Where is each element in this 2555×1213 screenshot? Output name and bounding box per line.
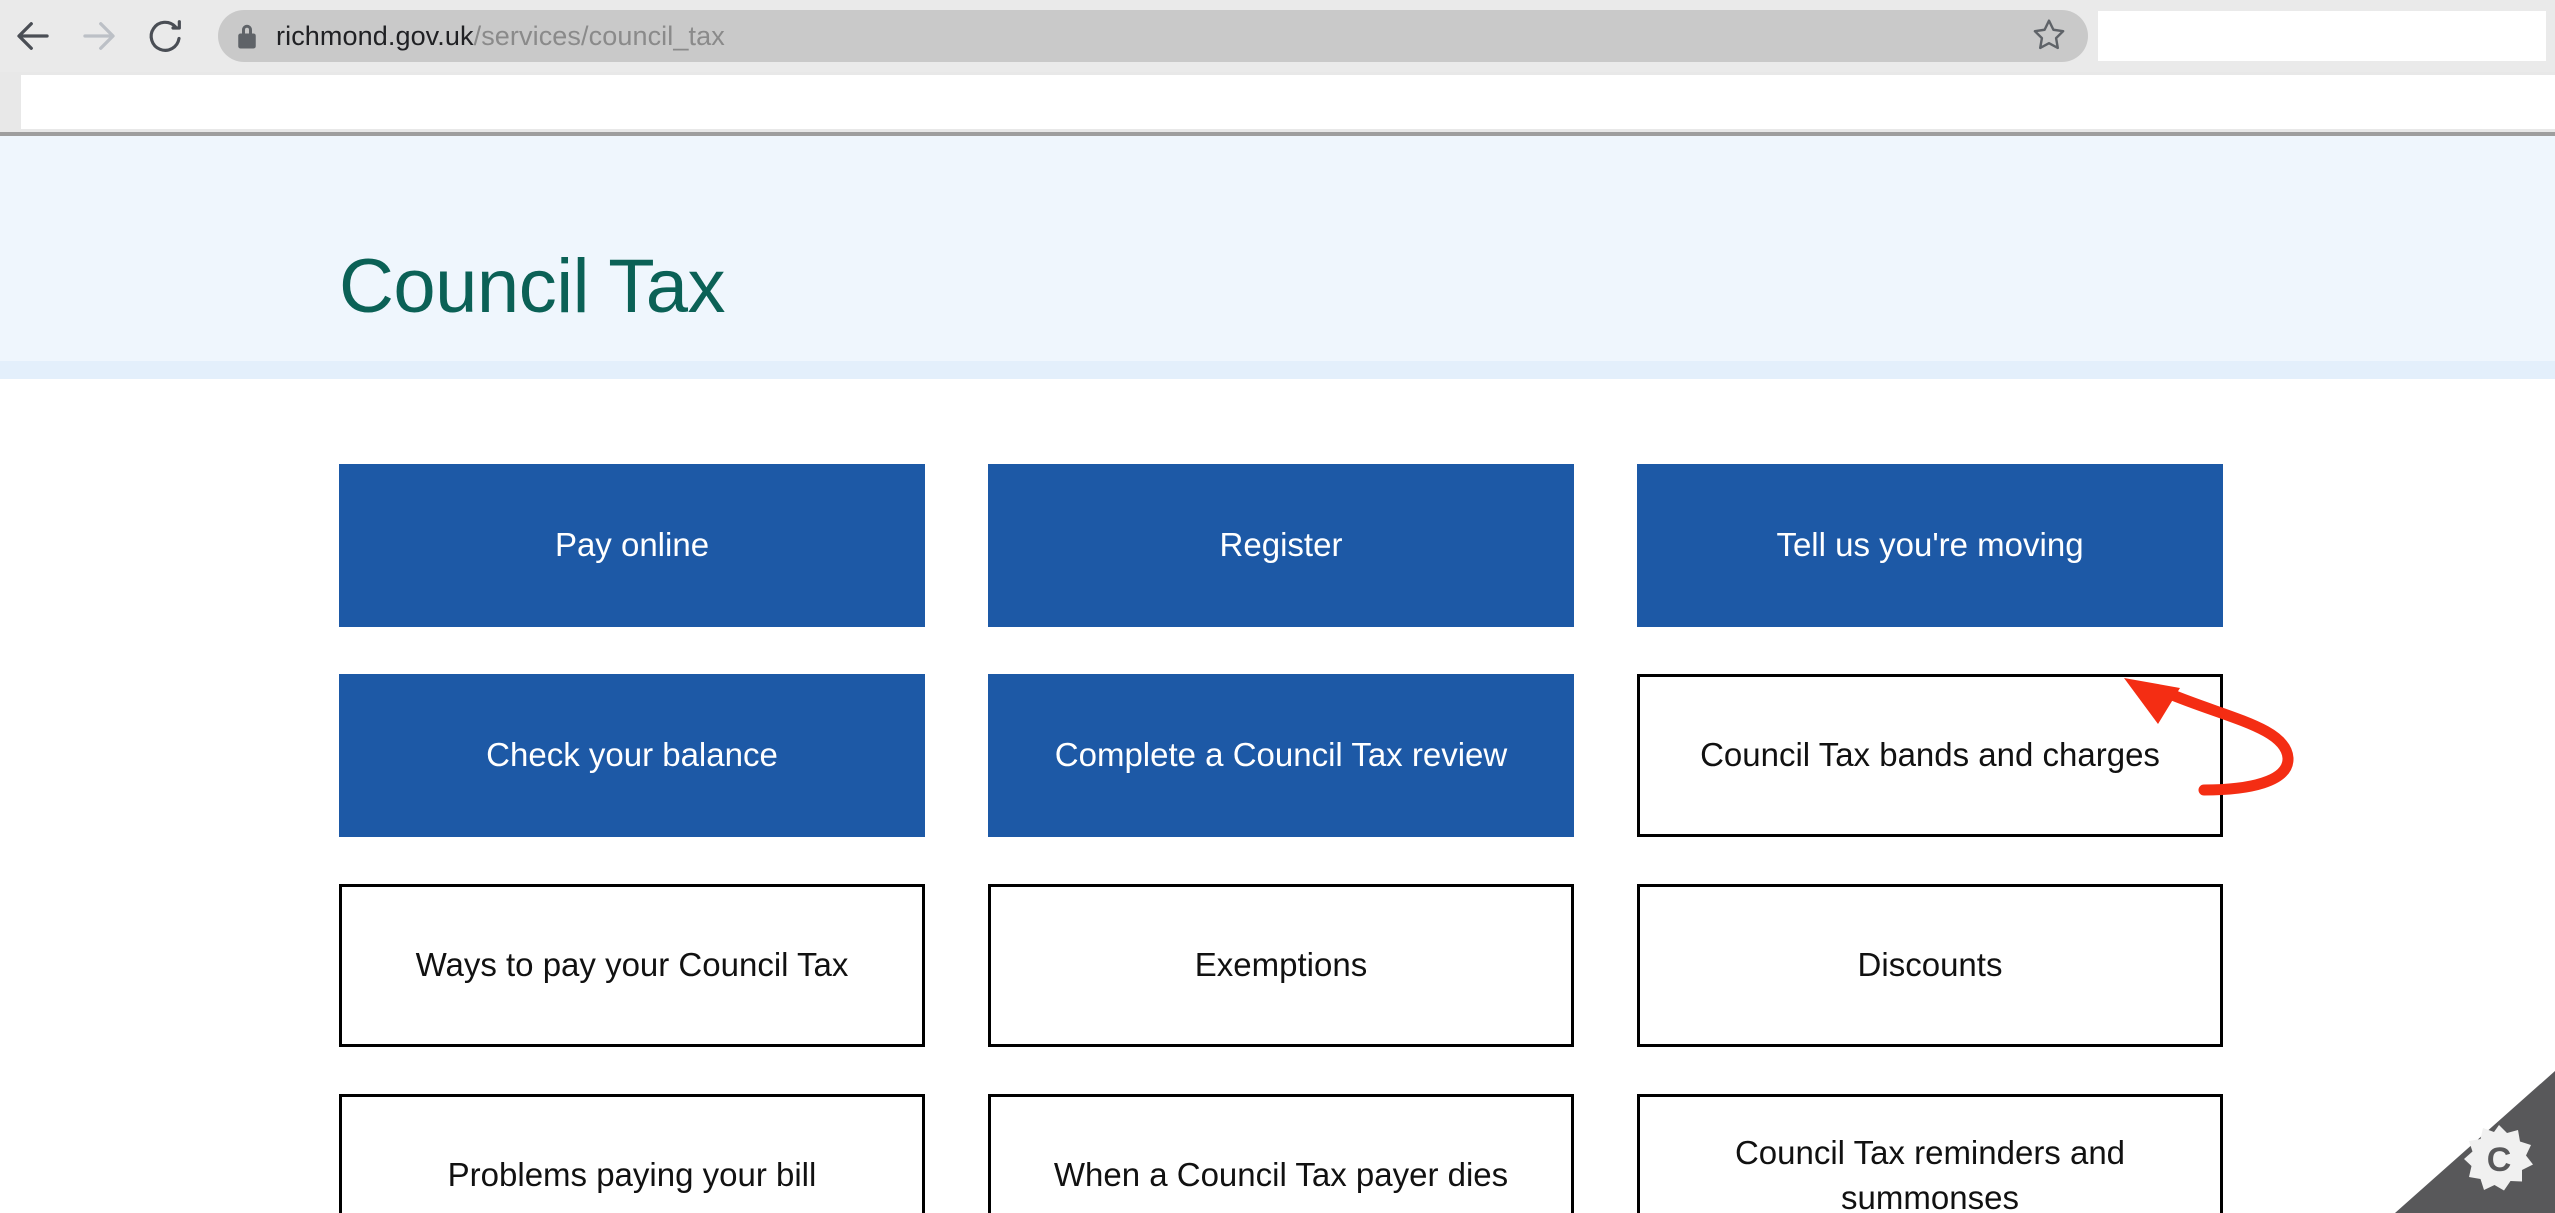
tile-problems-paying-your-bill[interactable]: Problems paying your bill (339, 1094, 925, 1213)
lock-icon (218, 21, 276, 51)
url-text: richmond.gov.uk/services/council_tax (276, 21, 2010, 52)
tile-row: Problems paying your bill When a Council… (339, 1094, 2223, 1213)
page-title: Council Tax (339, 249, 725, 325)
bookmark-star-button[interactable] (2010, 17, 2088, 56)
back-button[interactable] (0, 3, 66, 69)
bookmarks-bar-content[interactable] (21, 75, 2555, 129)
tile-ways-to-pay-your-council-tax[interactable]: Ways to pay your Council Tax (339, 884, 925, 1047)
star-icon (2032, 17, 2066, 56)
tile-check-your-balance[interactable]: Check your balance (339, 674, 925, 837)
address-bar[interactable]: richmond.gov.uk/services/council_tax (218, 10, 2088, 62)
svg-text:C: C (2487, 1141, 2512, 1179)
tile-complete-a-council-tax-review[interactable]: Complete a Council Tax review (988, 674, 1574, 837)
tile-row: Ways to pay your Council Tax Exemptions … (339, 884, 2223, 1047)
tile-row: Check your balance Complete a Council Ta… (339, 674, 2223, 837)
tile-tell-us-youre-moving[interactable]: Tell us you're moving (1637, 464, 2223, 627)
url-path: /services/council_tax (474, 21, 725, 51)
navigation-button-group (0, 0, 198, 72)
tile-when-a-council-tax-payer-dies[interactable]: When a Council Tax payer dies (988, 1094, 1574, 1213)
tile-council-tax-bands-and-charges[interactable]: Council Tax bands and charges (1637, 674, 2223, 837)
hero-accent-strip (0, 361, 2555, 379)
tile-register[interactable]: Register (988, 464, 1574, 627)
extension-input-field[interactable] (2098, 11, 2546, 61)
reload-icon (145, 16, 185, 56)
bookmarks-bar (0, 72, 2555, 132)
tile-pay-online[interactable]: Pay online (339, 464, 925, 627)
forward-arrow-icon (78, 15, 120, 57)
page-content: Council Tax Pay online Register Tell us … (0, 136, 2555, 1213)
tile-discounts[interactable]: Discounts (1637, 884, 2223, 1047)
reload-button[interactable] (132, 3, 198, 69)
back-arrow-icon (12, 15, 54, 57)
tile-council-tax-reminders-and-summonses[interactable]: Council Tax reminders and summonses (1637, 1094, 2223, 1213)
url-domain: richmond.gov.uk (276, 21, 474, 51)
forward-button[interactable] (66, 3, 132, 69)
tile-row: Pay online Register Tell us you're movin… (339, 464, 2223, 627)
service-tile-grid: Pay online Register Tell us you're movin… (339, 464, 2223, 1213)
browser-toolbar: richmond.gov.uk/services/council_tax (0, 0, 2555, 72)
cookie-settings-gear-icon: C (2463, 1123, 2535, 1195)
cookie-settings-widget[interactable]: C (2395, 1071, 2555, 1213)
page-hero-banner: Council Tax (0, 136, 2555, 361)
tile-exemptions[interactable]: Exemptions (988, 884, 1574, 1047)
